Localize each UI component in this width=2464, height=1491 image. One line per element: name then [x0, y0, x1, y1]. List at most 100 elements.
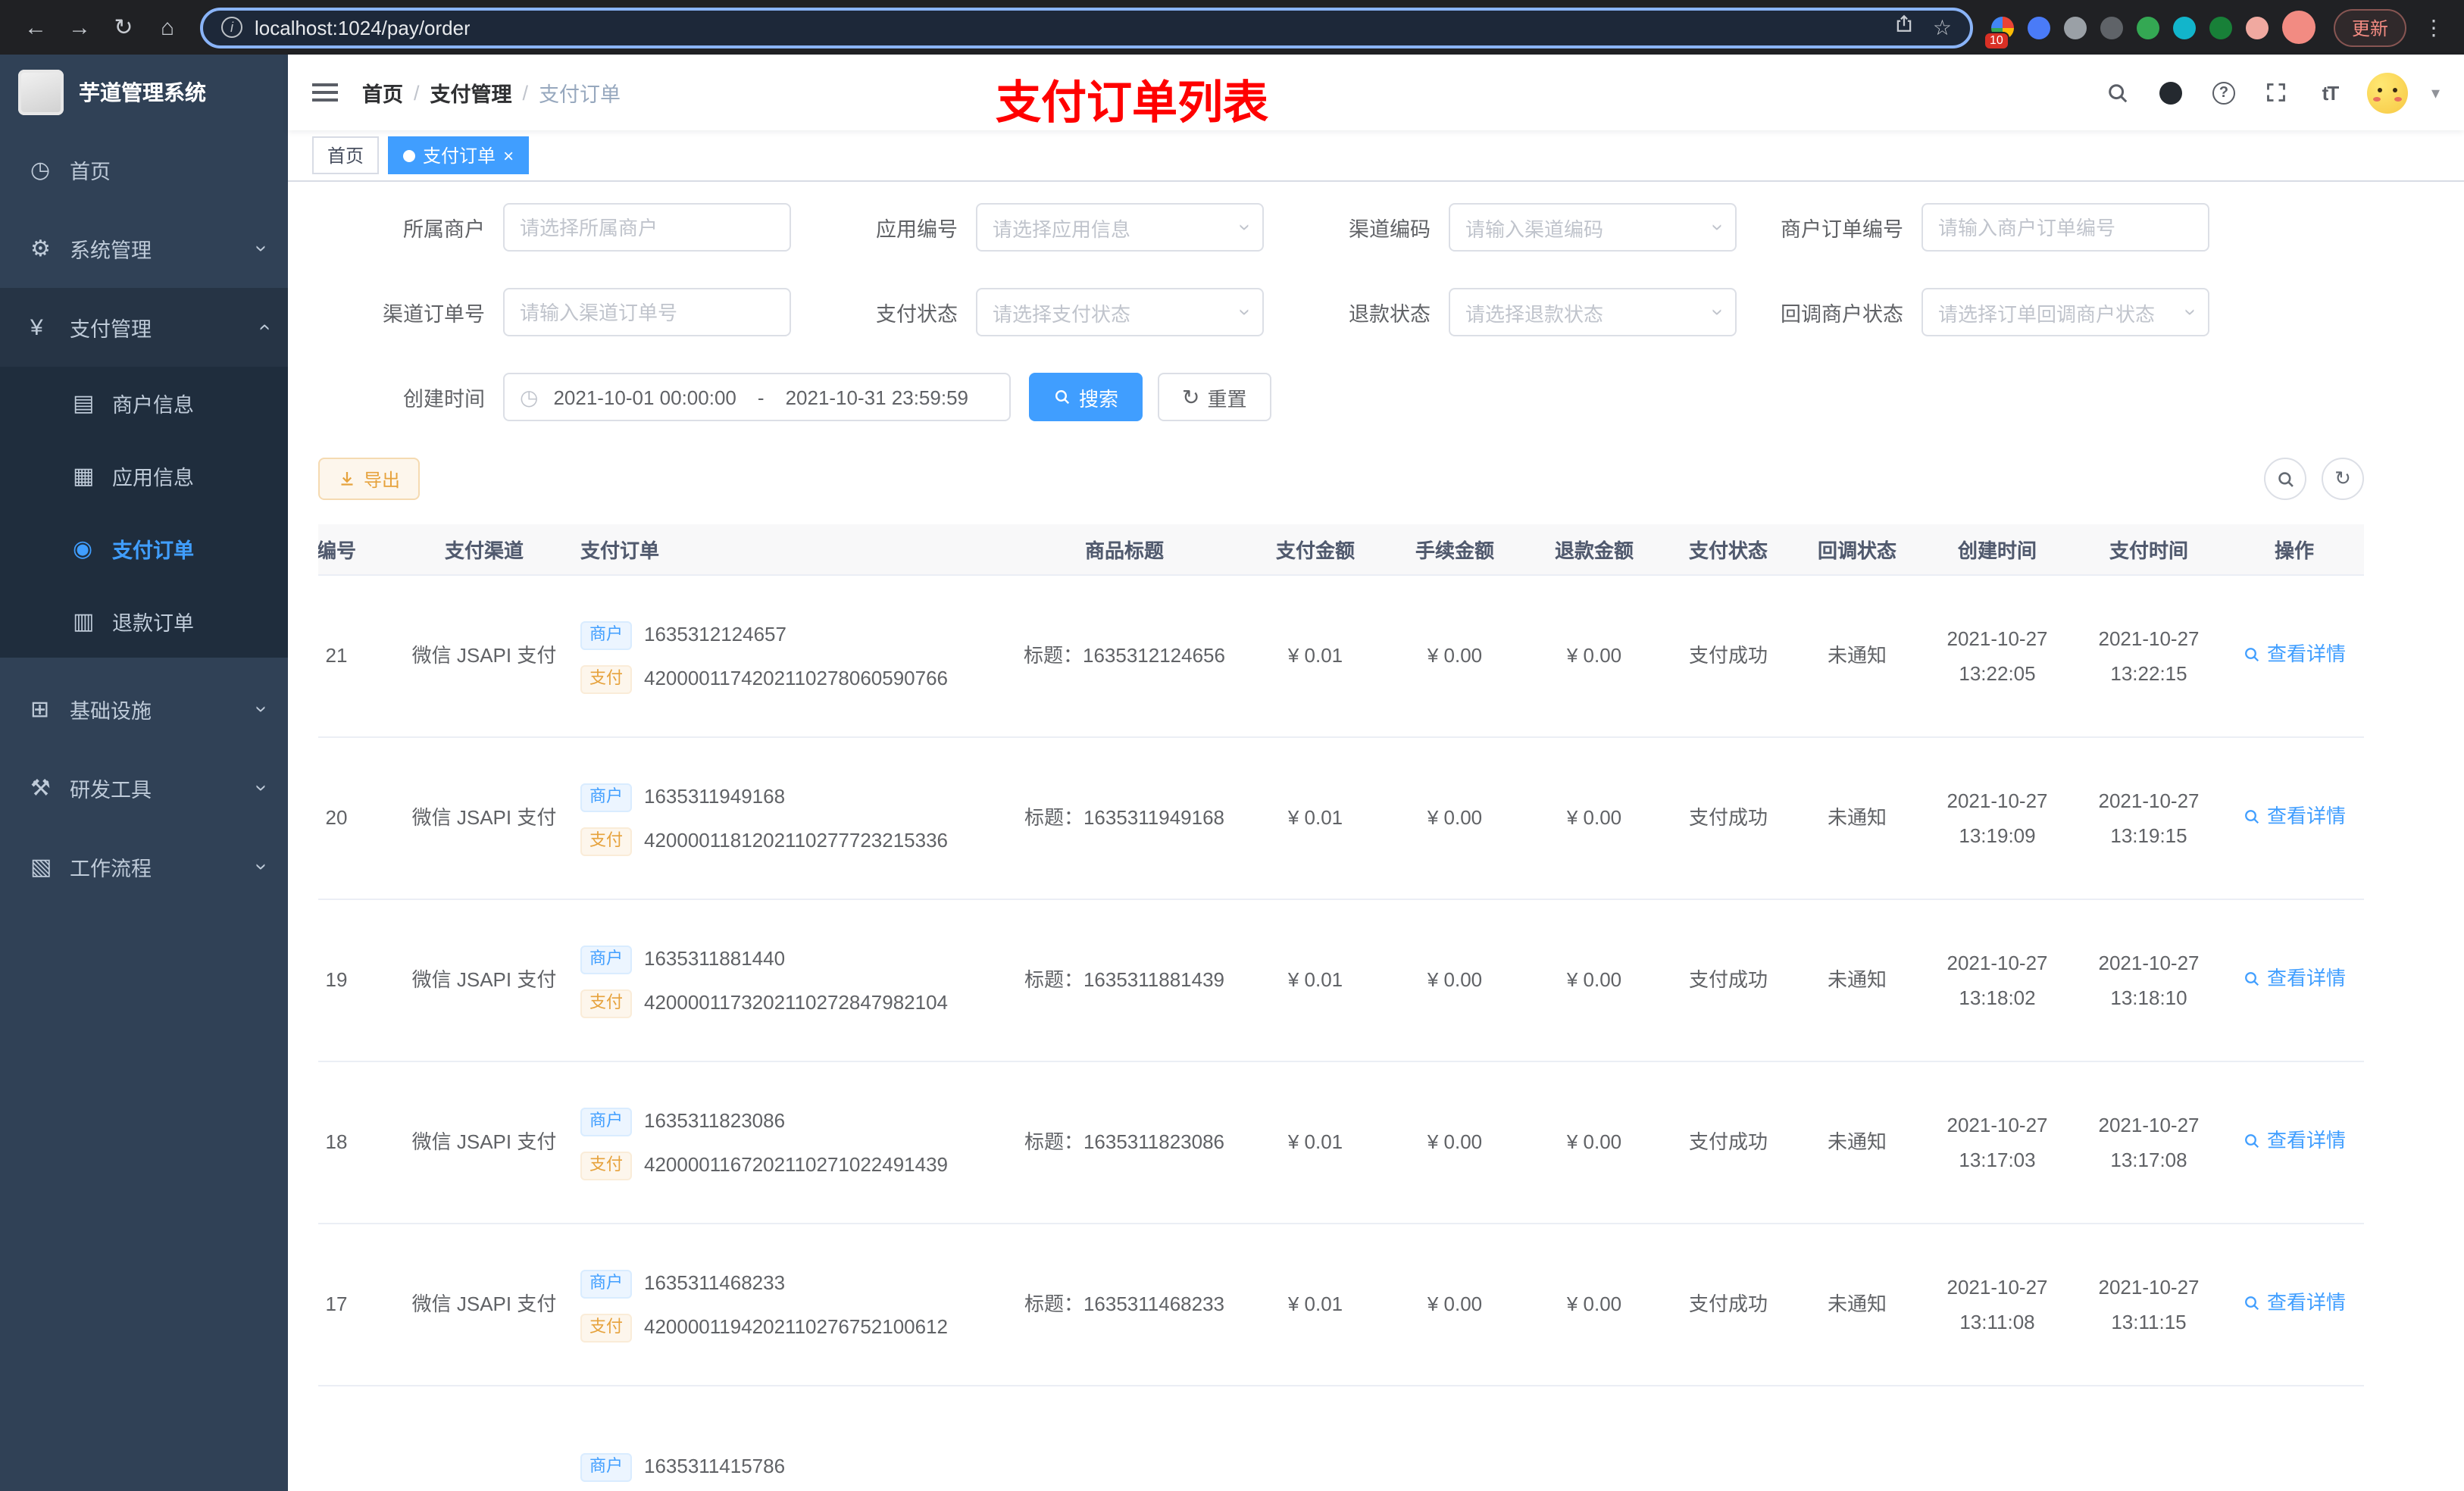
cell-fee-amount: ¥ 0.00 [1427, 1293, 1483, 1316]
extension-green-icon[interactable] [2136, 16, 2159, 39]
filter-select[interactable]: 请选择应用信息 › [976, 203, 1264, 252]
user-avatar[interactable] [2367, 72, 2409, 113]
profile-avatar[interactable] [2281, 11, 2315, 44]
navbar: 首页 / 支付管理 / 支付订单 支付订单列表 ? tT ▾ [288, 55, 2464, 130]
workflow-icon: ▧ [30, 855, 52, 880]
sidebar-item-system[interactable]: ⚙ 系统管理 › [0, 209, 288, 288]
extension-pink-icon[interactable] [2245, 16, 2269, 39]
date-range-input[interactable]: ◷ 2021-10-01 00:00:00 - 2021-10-31 23:59… [503, 373, 1011, 421]
browser-menu-icon[interactable]: ⋮ [2419, 14, 2449, 40]
search-button[interactable]: 搜索 [1029, 373, 1143, 421]
table-row: 19 微信 JSAPI 支付 商户 1635311881440 支付 4200001… [318, 900, 2364, 1062]
chrome-update-button[interactable]: 更新 [2333, 8, 2406, 46]
table-row: 17 微信 JSAPI 支付 商户 1635311468233 支付 4200001… [318, 1224, 2364, 1386]
tab-home[interactable]: 首页 × [312, 136, 380, 174]
sidebar-item-merchant-info[interactable]: ▤ 商户信息 › [0, 367, 288, 439]
column-header-11: 支付时间 [2109, 539, 2188, 562]
url-text: localhost:1024/pay/order [255, 16, 471, 39]
site-info-icon[interactable]: i [221, 17, 242, 38]
cell-title: 标题：1635311949168 [1024, 806, 1225, 830]
dev-tools-icon: ⚒ [30, 776, 51, 802]
extensions-cluster: 10 [1983, 11, 2315, 49]
bookmark-star-icon[interactable]: ☆ [1933, 14, 1952, 40]
extension-gray-icon[interactable] [2063, 16, 2087, 39]
column-header-7: 退款金额 [1554, 539, 1634, 562]
filter-channel-code: 渠道编码 请输入渠道编码 › [1264, 203, 1737, 252]
filter-select[interactable]: 请选择支付状态 › [976, 288, 1264, 336]
column-header-1: 编号 [318, 539, 356, 562]
fullscreen-icon[interactable] [2262, 77, 2292, 108]
sidebar-item-dev-tools[interactable]: ⚒ 研发工具 › [0, 749, 288, 827]
pay-tag: 支付 [580, 664, 632, 693]
column-header-10: 创建时间 [1957, 539, 2037, 562]
close-icon[interactable]: × [503, 146, 514, 164]
github-icon[interactable] [2156, 77, 2186, 108]
sidebar-item-label: 支付管理 [70, 318, 152, 341]
sidebar-item-label: 退款订单 [112, 612, 194, 635]
toggle-search-button[interactable] [2264, 458, 2306, 500]
sidebar-item-refund-order[interactable]: ▥ 退款订单 › [0, 585, 288, 658]
home-icon[interactable]: ⌂ [147, 7, 188, 48]
cell-pay-amount: ¥ 0.01 [1287, 1130, 1343, 1154]
pay-order-icon: ◉ [73, 536, 93, 562]
font-size-icon[interactable]: tT [2315, 77, 2345, 108]
filter-input[interactable] [503, 203, 791, 252]
share-icon[interactable] [1895, 14, 1915, 41]
view-detail-link[interactable]: 查看详情 [2243, 961, 2346, 997]
cell-action: 查看详情 [2225, 1286, 2364, 1324]
cell-pay-time: 2021-10-27 13:17:08 [2098, 1113, 2200, 1171]
reload-icon[interactable]: ↻ [103, 7, 144, 48]
tab-pay-order[interactable]: 支付订单 × [388, 136, 530, 174]
column-header-3: 支付订单 [580, 539, 660, 562]
chevron-icon: › [251, 245, 276, 252]
extension-teal-icon[interactable] [2172, 16, 2196, 39]
extension-darkgray-icon[interactable] [2100, 16, 2123, 39]
channel-pay-no: 4200001173202110272847982104 [644, 990, 949, 1013]
screen: ← → ↻ ⌂ i localhost:1024/pay/order ☆ 10 … [0, 0, 2464, 1491]
export-button[interactable]: 导出 [318, 458, 421, 500]
extension-blue-icon[interactable] [2027, 16, 2050, 39]
sidebar-item-pay-order[interactable]: ◉ 支付订单 › [0, 512, 288, 585]
select-placeholder: 请选择订单回调商户状态 [1938, 302, 2156, 325]
merchant-order-no: 1635311949168 [644, 785, 786, 808]
sidebar-item-workflow[interactable]: ▧ 工作流程 › [0, 827, 288, 906]
sidebar-item-infrastructure[interactable]: ⊞ 基础设施 › [0, 670, 288, 749]
search-icon[interactable] [2103, 77, 2133, 108]
chevron-icon: › [251, 324, 276, 331]
forward-icon[interactable]: → [59, 7, 100, 48]
view-detail-link[interactable]: 查看详情 [2243, 1124, 2346, 1159]
filter-input[interactable] [1921, 203, 2209, 252]
hamburger-icon[interactable] [312, 91, 338, 94]
filter-row-1: 所属商户 请选择所属商户 › 应用编号 请选择应用信息 › 渠道编码 请输入渠道… [318, 203, 2434, 252]
reset-button[interactable]: ↻ 重置 [1158, 373, 1271, 421]
help-icon[interactable]: ? [2209, 77, 2239, 108]
merchant-tag: 商户 [580, 1270, 632, 1299]
merchant-tag: 商户 [580, 621, 632, 651]
breadcrumb-home[interactable]: 首页 [362, 77, 403, 108]
channel-pay-no: 4200001181202110277723215336 [644, 828, 949, 851]
filter-select[interactable]: 请选择订单回调商户状态 › [1921, 288, 2209, 336]
app-grid-icon: ▦ [73, 464, 95, 489]
select-placeholder: 请输入渠道编码 [1465, 217, 1604, 240]
date-separator: - [757, 386, 765, 408]
column-header-5: 支付金额 [1275, 539, 1355, 562]
chevron-down-icon: ▾ [2431, 84, 2440, 102]
breadcrumb-pay-manage[interactable]: 支付管理 [430, 77, 512, 108]
sidebar-item-pay[interactable]: ¥ 支付管理 › [0, 288, 288, 367]
sidebar-item-app-info[interactable]: ▦ 应用信息 › [0, 439, 288, 512]
sidebar-item-home[interactable]: ◷ 首页 › [0, 130, 288, 209]
view-detail-link[interactable]: 查看详情 [2243, 799, 2346, 835]
filter-select[interactable]: 请选择退款状态 › [1449, 288, 1737, 336]
refresh-table-button[interactable]: ↻ [2322, 458, 2364, 500]
extension-darkgreen-icon[interactable] [2209, 16, 2232, 39]
filter-select[interactable]: 请输入渠道编码 › [1449, 203, 1737, 252]
merchant-tag: 商户 [580, 783, 632, 813]
app-logo[interactable]: 芋道管理系统 [0, 55, 288, 130]
infrastructure-icon: ⊞ [30, 697, 50, 723]
filter-input[interactable] [503, 288, 791, 336]
view-detail-link[interactable]: 查看详情 [2243, 637, 2346, 673]
address-bar[interactable]: i localhost:1024/pay/order ☆ [200, 7, 1973, 48]
back-icon[interactable]: ← [15, 7, 56, 48]
view-detail-link[interactable]: 查看详情 [2243, 1286, 2346, 1321]
cell-refund-amount: ¥ 0.00 [1566, 1293, 1622, 1316]
